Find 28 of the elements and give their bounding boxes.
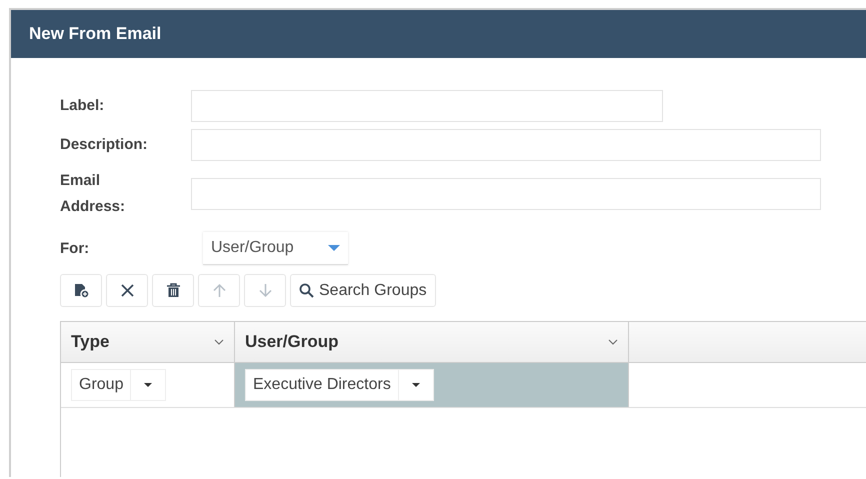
trash-icon: [166, 283, 180, 298]
text-field[interactable]: [191, 178, 821, 210]
toolbar-button[interactable]: [60, 274, 102, 307]
caret-icon: [328, 245, 340, 251]
column-header[interactable]: Type: [61, 322, 235, 362]
field-label: For:: [60, 238, 90, 258]
column-header[interactable]: User/Group: [235, 322, 629, 362]
chevron-icon: [214, 339, 224, 345]
toolbar-button[interactable]: [106, 274, 148, 307]
text-field[interactable]: [191, 90, 663, 122]
toolbar-button[interactable]: [152, 274, 194, 307]
window-title: New From Email: [29, 24, 162, 44]
dropdown[interactable]: User/Group: [203, 232, 348, 265]
caret-icon: [144, 383, 152, 387]
search-button[interactable]: Search Groups: [290, 274, 436, 307]
close-icon: [120, 283, 134, 298]
search-icon: [299, 283, 314, 298]
chevron-icon: [608, 339, 618, 345]
add-file-icon: [74, 283, 88, 298]
field-label: Label:: [60, 96, 106, 116]
caret-icon: [412, 383, 420, 387]
down-arrow-icon: [258, 283, 272, 298]
up-arrow-icon: [212, 283, 226, 298]
text-field[interactable]: [191, 129, 821, 161]
field-label: Email Address:: [60, 171, 126, 217]
dropdown[interactable]: Group: [71, 369, 166, 401]
field-label: Description:: [60, 135, 149, 155]
dropdown[interactable]: Executive Directors: [245, 369, 434, 401]
